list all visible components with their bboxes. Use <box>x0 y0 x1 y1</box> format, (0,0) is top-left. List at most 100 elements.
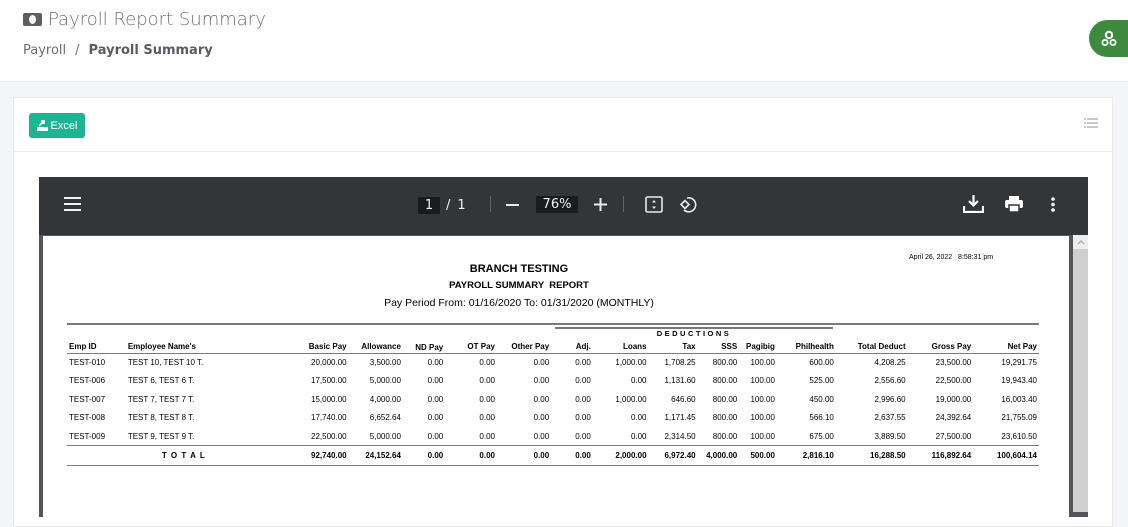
table-cell: TEST 9, TEST 9 T. <box>127 431 195 441</box>
table-cell: 800.00 <box>712 394 738 404</box>
total-cell: 100,604.14 <box>996 451 1037 460</box>
col-pagibig: Pagibig <box>746 341 775 351</box>
rotate-icon[interactable] <box>680 195 698 214</box>
col-total-deduct: Total Deduct <box>857 341 906 351</box>
total-cell: 16,288.50 <box>870 451 906 460</box>
table-cell: 0.00 <box>427 431 444 441</box>
table-cell: 21,755.09 <box>1001 413 1037 423</box>
table-cell: 100.00 <box>750 431 775 441</box>
report-timestamp: April 26, 2022 8:58:31 pm <box>909 254 993 261</box>
table-row: TEST-008 TEST 8, TEST 8 T. 17,740.00 6,652.… <box>67 409 1039 428</box>
scroll-up-button[interactable] <box>1073 235 1088 249</box>
table-row: TEST-009 TEST 9, TEST 9 T. 22,500.00 5,000.… <box>67 427 1039 446</box>
settings-button[interactable] <box>1089 20 1128 57</box>
chevron-up-icon <box>1077 239 1084 244</box>
col-net-pay: Net Pay <box>1007 341 1037 351</box>
zoom-out-button[interactable] <box>506 204 519 206</box>
pdf-scrollbar[interactable] <box>1073 235 1088 512</box>
toolbar-divider <box>490 196 491 212</box>
table-cell: 0.00 <box>575 376 591 386</box>
breadcrumb-payroll[interactable]: Payroll <box>23 43 66 58</box>
table-cell: 5,000.00 <box>369 431 401 441</box>
table-cell: TEST-009 <box>69 431 106 441</box>
table-cell: 0.00 <box>427 376 444 386</box>
cogs-icon <box>1101 30 1117 46</box>
col-adj: Adj. <box>575 341 591 351</box>
zoom-level-input[interactable]: 76% <box>536 196 578 213</box>
col-emp-id: Emp ID <box>69 341 97 351</box>
excel-label: Excel <box>50 119 78 132</box>
download-icon[interactable] <box>963 195 984 213</box>
col-sss: SSS <box>721 341 738 351</box>
report-date: April 26, 2022 <box>909 254 953 261</box>
table-cell: 525.00 <box>809 376 834 386</box>
table-cell: 450.00 <box>809 394 834 404</box>
total-cell: 92,740.00 <box>311 451 347 460</box>
page-header: Payroll Report Summary Payroll / Payroll… <box>0 0 1128 82</box>
card-toolbar: Excel <box>14 98 1112 152</box>
table-header-row: Emp ID Employee Name's Basic Pay Allowan… <box>67 340 1039 353</box>
menu-icon[interactable] <box>64 197 81 211</box>
table-cell: 675.00 <box>809 431 834 441</box>
table-cell: 800.00 <box>712 431 738 441</box>
table-cell: 15,000.00 <box>311 394 347 404</box>
table-cell: 0.00 <box>533 431 550 441</box>
table-cell: 20,000.00 <box>311 358 347 367</box>
table-cell: 0.00 <box>427 358 444 367</box>
table-cell: 22,500.00 <box>311 431 347 441</box>
total-cell: 4,000.00 <box>706 451 738 460</box>
total-cell: 2,816.10 <box>802 451 834 460</box>
table-cell: TEST-007 <box>69 394 106 404</box>
table-cell: 0.00 <box>479 394 495 404</box>
col-philhealth: Philhealth <box>795 341 834 351</box>
table-cell: 23,500.00 <box>935 358 972 367</box>
table-cell: 100.00 <box>750 376 775 386</box>
total-cell: 6,972.40 <box>664 451 696 460</box>
table-cell: TEST 7, TEST 7 T. <box>127 394 195 404</box>
col-gross-pay: Gross Pay <box>931 341 972 351</box>
zoom-in-button[interactable] <box>594 198 607 211</box>
totals-row: T O T A L 92,740.00 24,152.64 0.00 0.00 … <box>67 445 1039 466</box>
page-indicator: 1 / 1 <box>418 197 466 214</box>
payroll-summary-table: Emp ID Employee Name's Basic Pay Allowan… <box>67 340 1039 466</box>
table-cell: 3,500.00 <box>369 358 401 367</box>
total-cell: 24,152.64 <box>365 451 401 460</box>
total-label: T O T A L <box>161 451 206 460</box>
page-title: Payroll Report Summary <box>23 9 266 30</box>
table-cell: 0.00 <box>575 431 591 441</box>
table-cell: 5,000.00 <box>369 376 401 386</box>
print-icon[interactable] <box>1005 196 1023 212</box>
table-cell: 24,392.64 <box>935 413 972 423</box>
col-other-pay: Other Pay <box>511 341 550 351</box>
table-cell: TEST-008 <box>69 413 106 423</box>
table-cell: 0.00 <box>575 358 591 367</box>
table-cell: 22,500.00 <box>935 376 972 386</box>
table-cell: 0.00 <box>533 394 550 404</box>
table-cell: 0.00 <box>575 413 591 423</box>
table-cell: 1,131.60 <box>664 376 696 386</box>
more-options-icon[interactable] <box>1051 197 1055 212</box>
table-cell: 2,637.55 <box>874 413 906 423</box>
col-basic-pay: Basic Pay <box>308 341 347 351</box>
total-cell: 0.00 <box>479 451 495 460</box>
excel-export-button[interactable]: Excel <box>29 113 85 138</box>
table-cell: 2,314.50 <box>664 431 696 441</box>
table-cell: 27,500.00 <box>935 431 972 441</box>
table-cell: TEST 8, TEST 8 T. <box>127 413 195 423</box>
table-cell: 1,000.00 <box>615 358 647 367</box>
col-nd-pay: ND Pay <box>415 343 444 353</box>
list-icon[interactable] <box>1084 118 1098 128</box>
col-allowance: Allowance <box>361 341 401 351</box>
fit-page-icon[interactable] <box>645 196 663 213</box>
totals-spacer <box>67 446 126 466</box>
total-cell: 500.00 <box>750 451 775 460</box>
total-cell: 116,892.64 <box>931 451 972 460</box>
table-cell: 566.10 <box>809 413 834 423</box>
table-cell: TEST-010 <box>69 358 106 367</box>
table-top-rule <box>67 323 1039 325</box>
total-cell: 0.00 <box>427 451 444 460</box>
table-cell: 100.00 <box>750 358 775 367</box>
current-page-input[interactable]: 1 <box>418 197 440 214</box>
table-cell: 0.00 <box>427 413 444 423</box>
table-cell: 0.00 <box>630 413 647 423</box>
